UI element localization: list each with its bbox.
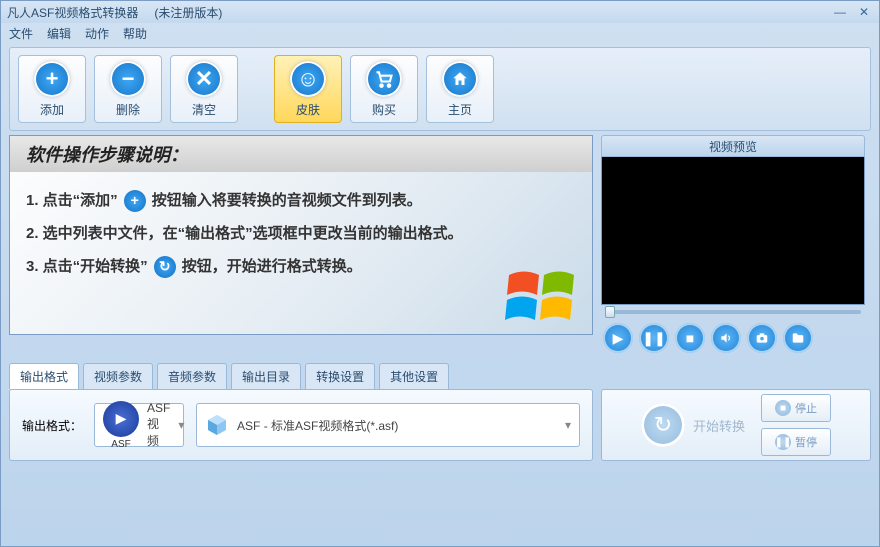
smile-icon: ☺ [290, 61, 326, 97]
app-window: 凡人ASF视频格式转换器 (未注册版本) — ✕ 文件 编辑 动作 帮助 + 添… [0, 0, 880, 547]
add-button[interactable]: + 添加 [18, 55, 86, 123]
preview-panel: 视频预览 ▶ ❚❚ ■ [601, 135, 865, 357]
stop-convert-button[interactable]: ■ 停止 [761, 394, 831, 422]
stop-button[interactable]: ■ [675, 323, 705, 353]
menu-edit[interactable]: 编辑 [47, 25, 71, 42]
output-format-panel: 输出格式： ▶ ASF ASF视频 ▾ ASF - 标准ASF视频格式(*.as… [9, 389, 593, 461]
skin-label: 皮肤 [296, 101, 320, 118]
add-label: 添加 [40, 101, 64, 118]
pause-convert-button[interactable]: ❚❚ 暂停 [761, 428, 831, 456]
cube-icon [205, 413, 229, 437]
app-title: 凡人ASF视频格式转换器 [7, 4, 138, 21]
chevron-down-icon: ▾ [565, 418, 571, 432]
volume-button[interactable] [711, 323, 741, 353]
app-title-suffix: (未注册版本) [154, 4, 222, 21]
snapshot-button[interactable] [747, 323, 777, 353]
tab-output-dir[interactable]: 输出目录 [231, 363, 301, 389]
menu-file[interactable]: 文件 [9, 25, 33, 42]
plus-mini-icon: + [124, 190, 146, 212]
minus-icon: − [110, 61, 146, 97]
instruction-step-3: 3. 点击“开始转换” ↻ 按钮，开始进行格式转换。 [26, 250, 576, 283]
remove-button[interactable]: − 删除 [94, 55, 162, 123]
format-type-dropdown[interactable]: ▶ ASF ASF视频 ▾ [94, 403, 184, 447]
menu-bar: 文件 编辑 动作 帮助 [1, 23, 879, 43]
buy-label: 购买 [372, 101, 396, 118]
clear-button[interactable]: ✕ 清空 [170, 55, 238, 123]
format-full-text: ASF - 标准ASF视频格式(*.asf) [237, 417, 398, 434]
tab-video-params[interactable]: 视频参数 [83, 363, 153, 389]
skin-button[interactable]: ☺ 皮肤 [274, 55, 342, 123]
preview-slider[interactable] [601, 305, 865, 319]
windows-logo-icon [504, 260, 584, 330]
asf-text: ASF视频 [147, 401, 170, 449]
start-convert-button[interactable]: ↻ 开始转换 [641, 403, 745, 447]
action-panel: ↻ 开始转换 ■ 停止 ❚❚ 暂停 [601, 389, 871, 461]
toolbar: + 添加 − 删除 ✕ 清空 ☺ 皮肤 购买 主页 [9, 47, 871, 131]
title-bar: 凡人ASF视频格式转换器 (未注册版本) — ✕ [1, 1, 879, 23]
pause-button[interactable]: ❚❚ [639, 323, 669, 353]
pause-icon: ❚❚ [775, 434, 791, 450]
preview-screen [601, 157, 865, 305]
instruction-step-2: 2. 选中列表中文件，在“输出格式”选项框中更改当前的输出格式。 [26, 217, 576, 250]
start-label: 开始转换 [693, 416, 745, 435]
home-button[interactable]: 主页 [426, 55, 494, 123]
tab-convert-settings[interactable]: 转换设置 [305, 363, 375, 389]
preview-title: 视频预览 [601, 135, 865, 157]
play-button[interactable]: ▶ [603, 323, 633, 353]
minimize-button[interactable]: — [831, 5, 849, 19]
instructions-panel: 软件操作步骤说明： 1. 点击“添加” + 按钮输入将要转换的音视频文件到列表。… [9, 135, 593, 335]
preview-controls: ▶ ❚❚ ■ [601, 319, 865, 357]
close-button[interactable]: ✕ [855, 5, 873, 19]
menu-action[interactable]: 动作 [85, 25, 109, 42]
instructions-title: 软件操作步骤说明： [10, 136, 592, 172]
instruction-step-1: 1. 点击“添加” + 按钮输入将要转换的音视频文件到列表。 [26, 184, 576, 217]
home-label: 主页 [448, 101, 472, 118]
open-folder-button[interactable] [783, 323, 813, 353]
tabs: 输出格式 视频参数 音频参数 输出目录 转换设置 其他设置 [1, 357, 879, 389]
slider-thumb[interactable] [605, 306, 615, 318]
asf-badge-label: ASF [111, 439, 130, 450]
buy-button[interactable]: 购买 [350, 55, 418, 123]
cart-icon [366, 61, 402, 97]
tab-output-format[interactable]: 输出格式 [9, 363, 79, 389]
remove-label: 删除 [116, 101, 140, 118]
plus-icon: + [34, 61, 70, 97]
clear-label: 清空 [192, 101, 216, 118]
refresh-icon: ↻ [641, 403, 685, 447]
output-format-label: 输出格式： [22, 417, 82, 434]
format-preset-dropdown[interactable]: ASF - 标准ASF视频格式(*.asf) ▾ [196, 403, 580, 447]
tab-other-settings[interactable]: 其他设置 [379, 363, 449, 389]
refresh-mini-icon: ↻ [154, 256, 176, 278]
pause-label: 暂停 [795, 434, 817, 450]
x-icon: ✕ [186, 61, 222, 97]
asf-play-icon: ▶ [103, 401, 139, 437]
stop-label: 停止 [795, 400, 817, 416]
tab-audio-params[interactable]: 音频参数 [157, 363, 227, 389]
menu-help[interactable]: 帮助 [123, 25, 147, 42]
home-icon [442, 61, 478, 97]
stop-icon: ■ [775, 400, 791, 416]
chevron-down-icon: ▾ [178, 418, 184, 432]
